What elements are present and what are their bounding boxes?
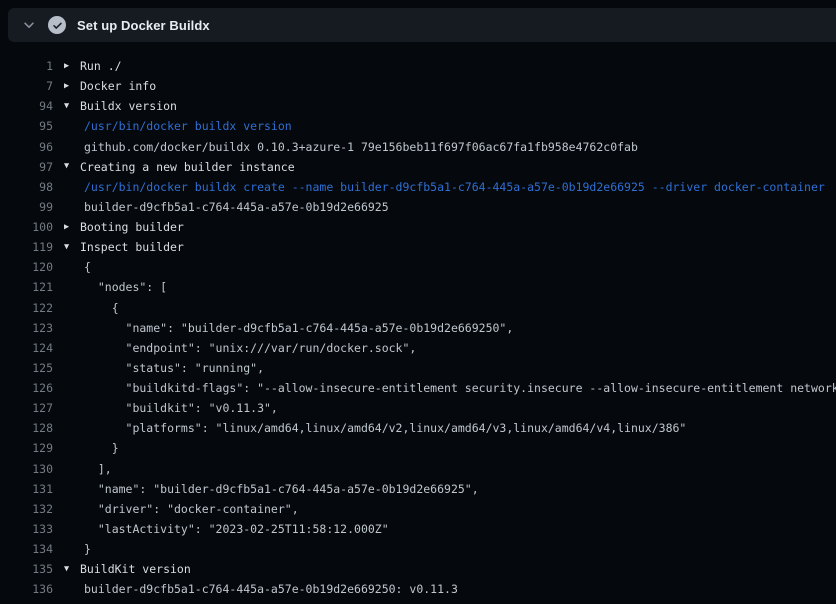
log-line: 126 "buildkitd-flags": "--allow-insecure… bbox=[0, 378, 836, 398]
log-line: 136 builder-d9cfb5a1-c764-445a-a57e-0b19d… bbox=[0, 579, 836, 599]
line-number[interactable]: 96 bbox=[0, 140, 53, 154]
log-line: 127 "buildkit": "v0.11.3", bbox=[0, 398, 836, 418]
log-text: "status": "running", bbox=[80, 361, 264, 375]
line-number[interactable]: 134 bbox=[0, 542, 53, 556]
log-group-row[interactable]: 94▼Buildx version bbox=[0, 96, 836, 116]
line-number[interactable]: 99 bbox=[0, 200, 53, 214]
log-line: 95/usr/bin/docker buildx version bbox=[0, 116, 836, 136]
log-text: } bbox=[80, 441, 119, 455]
expander-down-icon[interactable]: ▼ bbox=[53, 565, 80, 574]
log-group-row[interactable]: 7▶Docker info bbox=[0, 76, 836, 96]
log-group-row[interactable]: 1▶Run ./ bbox=[0, 56, 836, 76]
line-number[interactable]: 126 bbox=[0, 381, 53, 395]
line-number[interactable]: 130 bbox=[0, 462, 53, 476]
line-number[interactable]: 133 bbox=[0, 522, 53, 536]
line-number[interactable]: 129 bbox=[0, 441, 53, 455]
log-text: ], bbox=[80, 462, 112, 476]
line-number[interactable]: 95 bbox=[0, 119, 53, 133]
log-text: "nodes": [ bbox=[80, 280, 167, 294]
line-number[interactable]: 121 bbox=[0, 280, 53, 294]
log-text: "buildkit": "v0.11.3", bbox=[80, 401, 278, 415]
expander-right-icon[interactable]: ▶ bbox=[53, 62, 80, 71]
group-title: BuildKit version bbox=[80, 562, 191, 576]
log-line: 131 "name": "builder-d9cfb5a1-c764-445a-… bbox=[0, 479, 836, 499]
group-title: Booting builder bbox=[80, 220, 184, 234]
log-line: 120 { bbox=[0, 257, 836, 277]
log-line: 134} bbox=[0, 539, 836, 559]
log-line: 130 ], bbox=[0, 459, 836, 479]
log-text: "platforms": "linux/amd64,linux/amd64/v2… bbox=[80, 421, 686, 435]
line-number[interactable]: 127 bbox=[0, 401, 53, 415]
line-number[interactable]: 136 bbox=[0, 582, 53, 596]
log-line: 99 builder-d9cfb5a1-c764-445a-a57e-0b19d2… bbox=[0, 197, 836, 217]
line-number[interactable]: 125 bbox=[0, 361, 53, 375]
log-text: /usr/bin/docker buildx create --name bui… bbox=[80, 180, 825, 194]
log-text: "driver": "docker-container", bbox=[80, 502, 299, 516]
expander-down-icon[interactable]: ▼ bbox=[53, 102, 80, 111]
log-line: 121 "nodes": [ bbox=[0, 277, 836, 297]
group-title: Buildx version bbox=[80, 99, 177, 113]
check-circle-icon bbox=[48, 16, 66, 34]
log-text: "buildkitd-flags": "--allow-insecure-ent… bbox=[80, 381, 836, 395]
log-text: "endpoint": "unix:///var/run/docker.sock… bbox=[80, 341, 416, 355]
log-group-row[interactable]: 135▼BuildKit version bbox=[0, 559, 836, 579]
line-number[interactable]: 122 bbox=[0, 301, 53, 315]
log-text: "name": "builder-d9cfb5a1-c764-445a-a57e… bbox=[80, 482, 479, 496]
log-line: 132 "driver": "docker-container", bbox=[0, 499, 836, 519]
log-group-row[interactable]: 119▼Inspect builder bbox=[0, 237, 836, 257]
group-title: Creating a new builder instance bbox=[80, 160, 295, 174]
line-number[interactable]: 123 bbox=[0, 321, 53, 335]
log-group-row[interactable]: 97▼Creating a new builder instance bbox=[0, 157, 836, 177]
group-title: Docker info bbox=[80, 79, 156, 93]
log-line: 123 "name": "builder-d9cfb5a1-c764-445a-… bbox=[0, 318, 836, 338]
log-line: 129 } bbox=[0, 438, 836, 458]
expander-right-icon[interactable]: ▶ bbox=[53, 223, 80, 232]
log-line: 124 "endpoint": "unix:///var/run/docker.… bbox=[0, 338, 836, 358]
step-title: Set up Docker Buildx bbox=[77, 18, 210, 33]
log-text: "name": "builder-d9cfb5a1-c764-445a-a57e… bbox=[80, 321, 513, 335]
line-number[interactable]: 97 bbox=[0, 160, 53, 174]
log-text: /usr/bin/docker buildx version bbox=[80, 119, 292, 133]
log-line: 98/usr/bin/docker buildx create --name b… bbox=[0, 177, 836, 197]
log-lines: 1▶Run ./7▶Docker info94▼Buildx version95… bbox=[0, 56, 836, 599]
log-line: 128 "platforms": "linux/amd64,linux/amd6… bbox=[0, 418, 836, 438]
log-text: { bbox=[80, 260, 91, 274]
log-line: 125 "status": "running", bbox=[0, 358, 836, 378]
line-number[interactable]: 135 bbox=[0, 562, 53, 576]
expander-down-icon[interactable]: ▼ bbox=[53, 162, 80, 171]
line-number[interactable]: 119 bbox=[0, 240, 53, 254]
log-text: builder-d9cfb5a1-c764-445a-a57e-0b19d2e6… bbox=[80, 582, 458, 596]
log-text: "lastActivity": "2023-02-25T11:58:12.000… bbox=[80, 522, 389, 536]
log-line: 133 "lastActivity": "2023-02-25T11:58:12… bbox=[0, 519, 836, 539]
line-number[interactable]: 100 bbox=[0, 220, 53, 234]
line-number[interactable]: 128 bbox=[0, 421, 53, 435]
log-text: builder-d9cfb5a1-c764-445a-a57e-0b19d2e6… bbox=[80, 200, 389, 214]
line-number[interactable]: 7 bbox=[0, 79, 53, 93]
log-group-row[interactable]: 100▶Booting builder bbox=[0, 217, 836, 237]
line-number[interactable]: 120 bbox=[0, 260, 53, 274]
log-text: github.com/docker/buildx 0.10.3+azure-1 … bbox=[80, 140, 638, 154]
log-line: 96 github.com/docker/buildx 0.10.3+azure-… bbox=[0, 137, 836, 157]
line-number[interactable]: 124 bbox=[0, 341, 53, 355]
line-number[interactable]: 131 bbox=[0, 482, 53, 496]
chevron-down-icon[interactable] bbox=[21, 17, 37, 33]
line-number[interactable]: 94 bbox=[0, 99, 53, 113]
expander-down-icon[interactable]: ▼ bbox=[53, 243, 80, 252]
group-title: Run ./ bbox=[80, 59, 122, 73]
expander-right-icon[interactable]: ▶ bbox=[53, 82, 80, 91]
line-number[interactable]: 1 bbox=[0, 59, 53, 73]
line-number[interactable]: 98 bbox=[0, 180, 53, 194]
log-line: 122 { bbox=[0, 298, 836, 318]
line-number[interactable]: 132 bbox=[0, 502, 53, 516]
log-text: { bbox=[80, 301, 119, 315]
group-title: Inspect builder bbox=[80, 240, 184, 254]
log-text: } bbox=[80, 542, 91, 556]
step-header[interactable]: Set up Docker Buildx bbox=[8, 8, 836, 42]
